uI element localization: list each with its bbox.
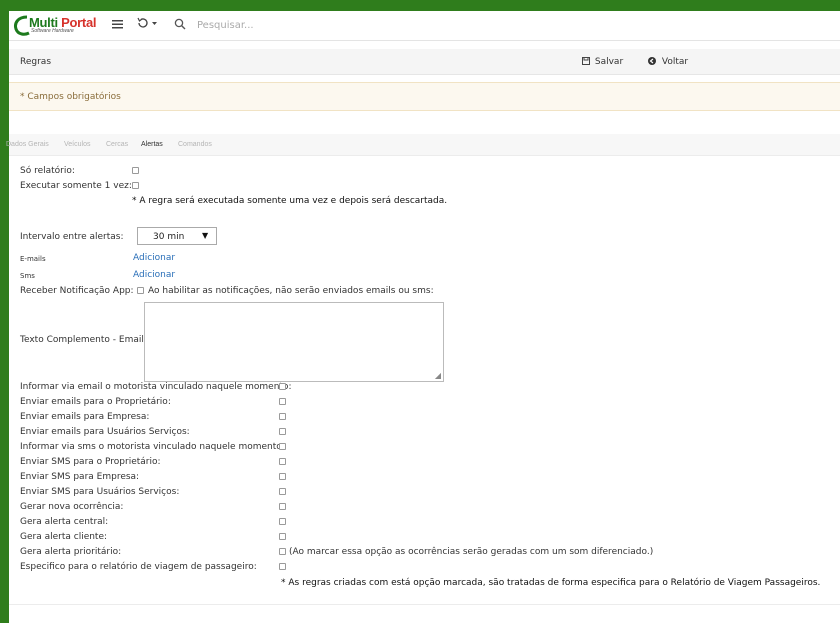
tab-cercas[interactable]: Cercas	[106, 141, 128, 148]
required-fields-text: * Campos obrigatórios	[20, 92, 121, 102]
check-row-label: Gera alerta central:	[20, 517, 109, 527]
texto-complemento-label: Texto Complemento - Email:	[20, 335, 147, 345]
check-row-checkbox[interactable]	[279, 518, 286, 525]
especifico-note: * As regras criadas com está opção marca…	[281, 578, 821, 588]
divider	[9, 604, 840, 605]
texto-complemento-textarea[interactable]: ◢	[144, 302, 444, 382]
sms-label: Sms	[20, 272, 35, 280]
history-icon[interactable]	[137, 17, 159, 32]
page-title: Regras	[20, 57, 52, 67]
executar-uma-vez-checkbox[interactable]	[132, 182, 139, 189]
check-row-checkbox[interactable]	[279, 383, 286, 390]
save-label: Salvar	[594, 57, 624, 67]
check-row-checkbox[interactable]	[279, 488, 286, 495]
check-row-checkbox[interactable]	[279, 533, 286, 540]
check-row-label: Gera alerta prioritário:	[20, 547, 122, 557]
required-fields-alert: * Campos obrigatórios	[9, 82, 840, 111]
prioritario-note: (Ao marcar essa opção as ocorrências ser…	[289, 547, 654, 557]
page-header: Regras Salvar Voltar	[9, 49, 840, 75]
floppy-icon	[582, 57, 590, 65]
check-row-label: Enviar SMS para Empresa:	[20, 472, 140, 482]
intervalo-label: Intervalo entre alertas:	[20, 232, 124, 242]
check-row-checkbox[interactable]	[279, 548, 286, 555]
notificacao-app-note: Ao habilitar as notificações, não serão …	[148, 286, 434, 296]
top-navbar: Multi Portal Software Hardware Pesquisar…	[9, 11, 840, 41]
logo-subtitle: Software Hardware	[31, 28, 74, 34]
chevron-down-icon: ▼	[202, 231, 209, 240]
check-row-checkbox[interactable]	[279, 443, 286, 450]
search-icon[interactable]	[174, 18, 186, 33]
check-row-label: Especifico para o relatório de viagem de…	[20, 562, 257, 572]
check-row-label: Enviar SMS para o Proprietário:	[20, 457, 161, 467]
check-row-label: Informar via email o motorista vinculado…	[20, 382, 292, 392]
search-input[interactable]: Pesquisar...	[197, 20, 254, 31]
resize-grip-icon[interactable]: ◢	[435, 371, 441, 380]
brand-logo[interactable]: Multi Portal Software Hardware	[13, 15, 103, 37]
tab-veiculos[interactable]: Veículos	[64, 141, 90, 148]
emails-add-link[interactable]: Adicionar	[133, 253, 175, 263]
intervalo-select[interactable]: 30 min ▼	[137, 227, 217, 245]
executar-uma-vez-label: Executar somente 1 vez:	[20, 181, 132, 191]
check-row-label: Enviar emails para Usuários Serviços:	[20, 427, 190, 437]
check-row-label: Gerar nova ocorrência:	[20, 502, 124, 512]
so-relatorio-checkbox[interactable]	[132, 167, 139, 174]
check-row-checkbox[interactable]	[279, 428, 286, 435]
tab-dados-gerais[interactable]: Dados Gerais	[6, 141, 49, 148]
back-button[interactable]: Voltar	[648, 57, 688, 67]
notificacao-app-checkbox[interactable]	[137, 287, 144, 294]
check-row-checkbox[interactable]	[279, 503, 286, 510]
intervalo-value: 30 min	[153, 232, 185, 242]
emails-label: E-mails	[20, 255, 46, 263]
check-row-label: Enviar emails para Empresa:	[20, 412, 150, 422]
save-button[interactable]: Salvar	[582, 57, 623, 67]
back-arrow-icon	[648, 57, 656, 65]
check-row-checkbox[interactable]	[279, 398, 286, 405]
check-row-label: Enviar emails para o Proprietário:	[20, 397, 171, 407]
app-frame: Multi Portal Software Hardware Pesquisar…	[6, 11, 840, 623]
back-label: Voltar	[661, 57, 689, 67]
check-row-checkbox[interactable]	[279, 458, 286, 465]
tab-comandos[interactable]: Comandos	[178, 141, 212, 148]
so-relatorio-label: Só relatório:	[20, 166, 75, 176]
check-row-label: Informar via sms o motorista vinculado n…	[20, 442, 285, 452]
tab-alertas[interactable]: Alertas	[141, 141, 163, 148]
notificacao-app-label: Receber Notificação App:	[20, 286, 134, 296]
sms-add-link[interactable]: Adicionar	[133, 270, 175, 280]
check-row-label: Enviar SMS para Usuários Serviços:	[20, 487, 180, 497]
hamburger-icon[interactable]	[112, 18, 123, 32]
check-row-checkbox[interactable]	[279, 563, 286, 570]
check-row-checkbox[interactable]	[279, 413, 286, 420]
check-row-label: Gera alerta cliente:	[20, 532, 108, 542]
tab-bar: Dados Gerais Veículos Cercas Alertas Com…	[6, 134, 840, 156]
check-row-checkbox[interactable]	[279, 473, 286, 480]
executar-uma-vez-note: * A regra será executada somente uma vez…	[132, 196, 448, 206]
